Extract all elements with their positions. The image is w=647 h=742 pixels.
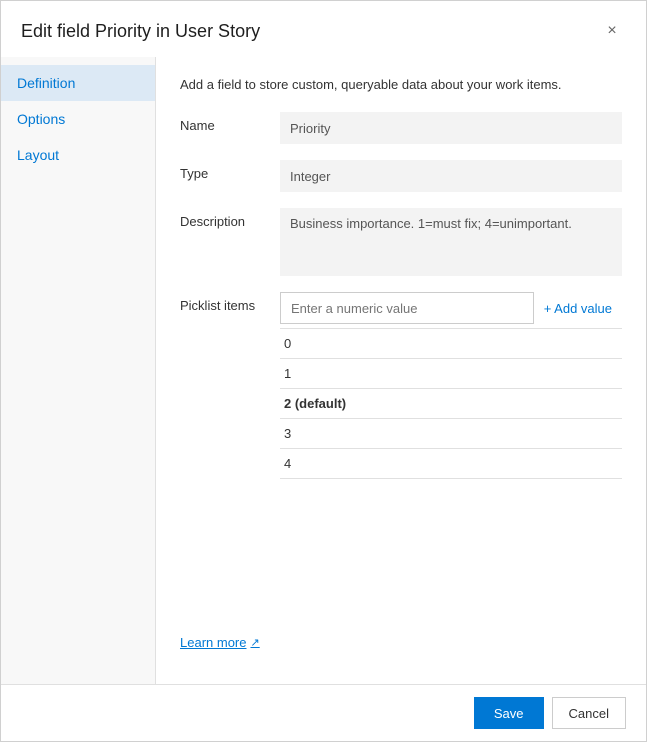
list-item[interactable]: 2 (default) (280, 389, 622, 419)
content-description: Add a field to store custom, queryable d… (180, 73, 622, 92)
sidebar-item-layout[interactable]: Layout (1, 137, 155, 173)
save-button[interactable]: Save (474, 697, 544, 729)
add-value-button[interactable]: + Add value (534, 295, 622, 322)
sidebar: Definition Options Layout (1, 57, 156, 684)
picklist-input[interactable] (280, 292, 534, 324)
sidebar-item-definition[interactable]: Definition (1, 65, 155, 101)
type-input[interactable] (280, 160, 622, 192)
learn-more-section: Learn more ↗ (180, 626, 622, 668)
name-row: Name (180, 112, 622, 144)
dialog-body: Definition Options Layout Add a field to… (1, 57, 646, 684)
picklist-label: Picklist items (180, 292, 280, 313)
learn-more-link[interactable]: Learn more ↗ (180, 635, 260, 650)
list-item[interactable]: 1 (280, 359, 622, 389)
name-input[interactable] (280, 112, 622, 144)
type-row: Type (180, 160, 622, 192)
picklist-input-row: + Add value (280, 292, 622, 324)
main-content: Add a field to store custom, queryable d… (156, 57, 646, 684)
description-row: Description (180, 208, 622, 276)
type-label: Type (180, 160, 280, 181)
picklist-items-list: 012 (default)34 (280, 328, 622, 479)
cancel-button[interactable]: Cancel (552, 697, 626, 729)
picklist-controls: + Add value 012 (default)34 (280, 292, 622, 479)
name-label: Name (180, 112, 280, 133)
sidebar-item-options[interactable]: Options (1, 101, 155, 137)
dialog-header: Edit field Priority in User Story × (1, 1, 646, 57)
picklist-row: Picklist items + Add value 012 (default)… (180, 292, 622, 479)
external-link-icon: ↗ (250, 636, 259, 649)
edit-field-dialog: Edit field Priority in User Story × Defi… (0, 0, 647, 742)
dialog-title: Edit field Priority in User Story (21, 21, 260, 42)
description-input[interactable] (280, 208, 622, 276)
description-label: Description (180, 208, 280, 229)
list-item[interactable]: 4 (280, 449, 622, 479)
dialog-footer: Save Cancel (1, 684, 646, 741)
list-item[interactable]: 0 (280, 329, 622, 359)
list-item[interactable]: 3 (280, 419, 622, 449)
close-button[interactable]: × (598, 17, 626, 45)
